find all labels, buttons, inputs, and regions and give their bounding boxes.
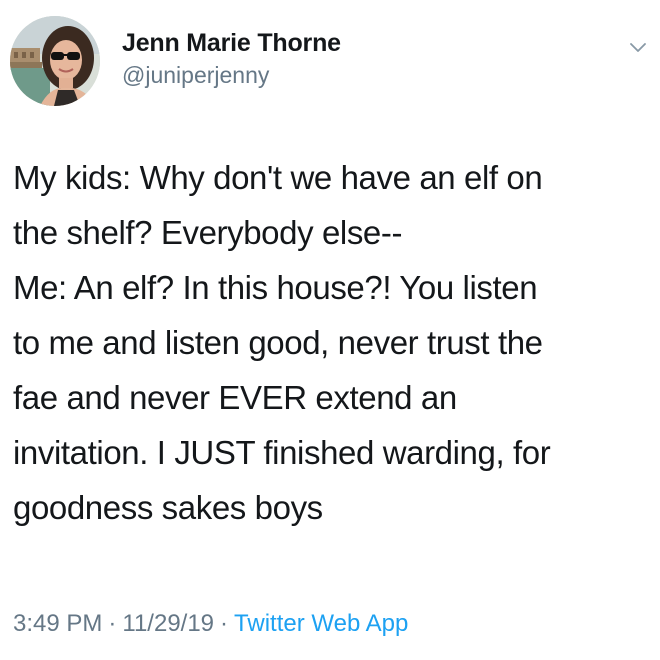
meta-separator: · xyxy=(220,610,229,637)
tweet-text-line: Me: An elf? In this house?! You listen xyxy=(13,269,538,306)
tweet-text-line: the shelf? Everybody else-- xyxy=(13,214,403,251)
tweet-card: Jenn Marie Thorne @juniperjenny My kids:… xyxy=(0,0,660,660)
tweet-metadata: 3:49 PM · 11/29/19 · Twitter Web App xyxy=(13,610,408,638)
chevron-down-icon[interactable] xyxy=(628,38,648,58)
tweet-text-line: to me and listen good, never trust the xyxy=(13,324,543,361)
author-name[interactable]: Jenn Marie Thorne xyxy=(122,29,341,58)
tweet-time[interactable]: 3:49 PM xyxy=(13,610,102,637)
tweet-text: My kids: Why don't we have an elf on the… xyxy=(13,150,653,535)
tweet-text-line: My kids: Why don't we have an elf on xyxy=(13,159,543,196)
avatar[interactable] xyxy=(10,16,100,106)
tweet-date[interactable]: 11/29/19 xyxy=(122,610,214,637)
tweet-text-line: goodness sakes boys xyxy=(13,489,323,526)
meta-separator: · xyxy=(108,610,117,637)
tweet-source-link[interactable]: Twitter Web App xyxy=(234,610,408,637)
tweet-text-line: fae and never EVER extend an xyxy=(13,379,457,416)
profile-photo-icon xyxy=(10,16,100,106)
author-handle[interactable]: @juniperjenny xyxy=(122,62,269,89)
tweet-text-line: invitation. I JUST finished warding, for xyxy=(13,434,551,471)
